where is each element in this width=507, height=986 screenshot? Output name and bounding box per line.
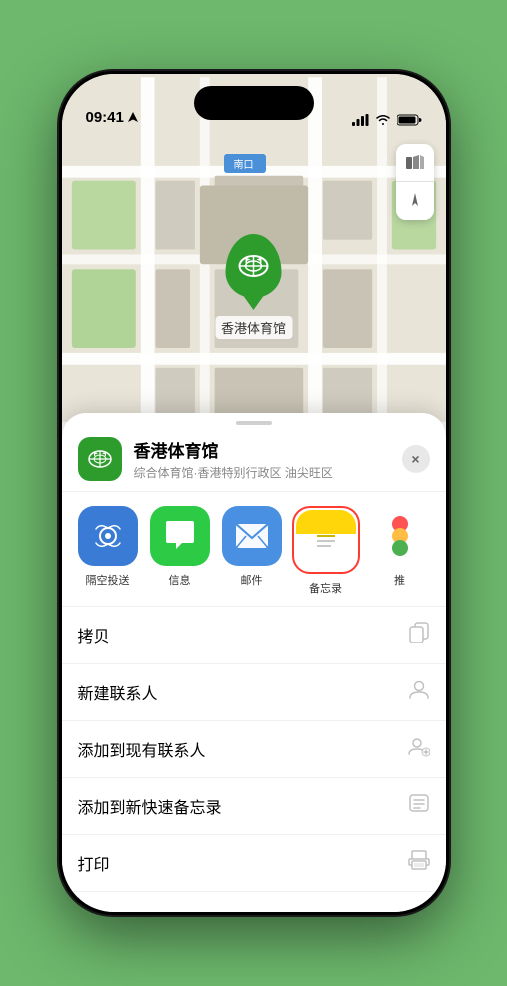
messages-label: 信息 (169, 572, 191, 588)
map-type-button[interactable] (396, 144, 434, 182)
new-contact-icon (408, 678, 430, 706)
venue-name: 香港体育馆 (134, 437, 390, 462)
share-item-mail[interactable]: 邮件 (222, 506, 282, 588)
venue-marker-label: 香港体育馆 (215, 316, 292, 339)
mail-label: 邮件 (241, 572, 263, 588)
bottom-sheet: 香港体育馆 综合体育馆·香港特别行政区 油尖旺区 × (62, 413, 446, 912)
share-row: 隔空投送 信息 (62, 492, 446, 606)
new-contact-label: 新建联系人 (78, 680, 158, 704)
more-label: 推 (394, 572, 405, 588)
status-time: 09:41 (86, 109, 124, 126)
copy-label: 拷贝 (78, 623, 110, 647)
map-north-label: 南口 (224, 154, 266, 173)
share-item-more[interactable]: 推 (370, 506, 430, 588)
more-dots-svg (370, 506, 430, 566)
location-button[interactable] (396, 182, 434, 220)
action-add-contact[interactable]: 添加到现有联系人 (62, 721, 446, 778)
mail-icon (222, 506, 282, 566)
stadium-icon (235, 248, 271, 284)
location-icon (405, 191, 425, 211)
phone-screen: 09:41 (62, 74, 446, 912)
share-item-messages[interactable]: 信息 (150, 506, 210, 588)
notes-label: 备忘录 (309, 580, 342, 596)
notes-highlight (292, 506, 360, 574)
airdrop-icon (78, 506, 138, 566)
map-type-icon (405, 153, 425, 173)
marker-pin (225, 234, 281, 298)
action-copy[interactable]: 拷贝 (62, 607, 446, 664)
action-new-contact[interactable]: 新建联系人 (62, 664, 446, 721)
phone-frame: 09:41 (59, 71, 449, 915)
quick-note-icon (408, 792, 430, 820)
action-list: 拷贝 新建联系人 (62, 606, 446, 892)
venue-header: 香港体育馆 综合体育馆·香港特别行政区 油尖旺区 × (62, 425, 446, 492)
venue-logo-icon (86, 445, 114, 473)
action-quick-note[interactable]: 添加到新快速备忘录 (62, 778, 446, 835)
more-icon-container (370, 506, 430, 566)
share-item-notes[interactable]: 备忘录 (294, 506, 358, 596)
print-icon (408, 849, 430, 877)
messages-icon (150, 506, 210, 566)
map-controls[interactable] (396, 144, 434, 220)
battery-icon (397, 114, 422, 126)
messages-svg (162, 519, 198, 553)
wifi-icon (375, 114, 391, 126)
status-icons (352, 114, 422, 126)
airdrop-svg (91, 519, 125, 553)
add-contact-label: 添加到现有联系人 (78, 737, 206, 761)
airdrop-label: 隔空投送 (86, 572, 130, 588)
print-label: 打印 (78, 851, 110, 875)
venue-info: 香港体育馆 综合体育馆·香港特别行政区 油尖旺区 (134, 437, 390, 481)
copy-icon (408, 621, 430, 649)
share-item-airdrop[interactable]: 隔空投送 (78, 506, 138, 588)
location-marker: 香港体育馆 (215, 234, 292, 339)
quick-note-label: 添加到新快速备忘录 (78, 794, 222, 818)
venue-subtitle: 综合体育馆·香港特别行政区 油尖旺区 (134, 464, 390, 481)
venue-logo (78, 437, 122, 481)
notes-icon (296, 510, 356, 570)
notes-svg (309, 523, 343, 557)
location-arrow-icon (128, 112, 138, 124)
close-button[interactable]: × (402, 445, 430, 473)
mail-svg (234, 522, 270, 550)
action-print[interactable]: 打印 (62, 835, 446, 892)
signal-icon (352, 114, 369, 126)
dynamic-island (194, 86, 314, 120)
add-contact-icon (408, 735, 430, 763)
